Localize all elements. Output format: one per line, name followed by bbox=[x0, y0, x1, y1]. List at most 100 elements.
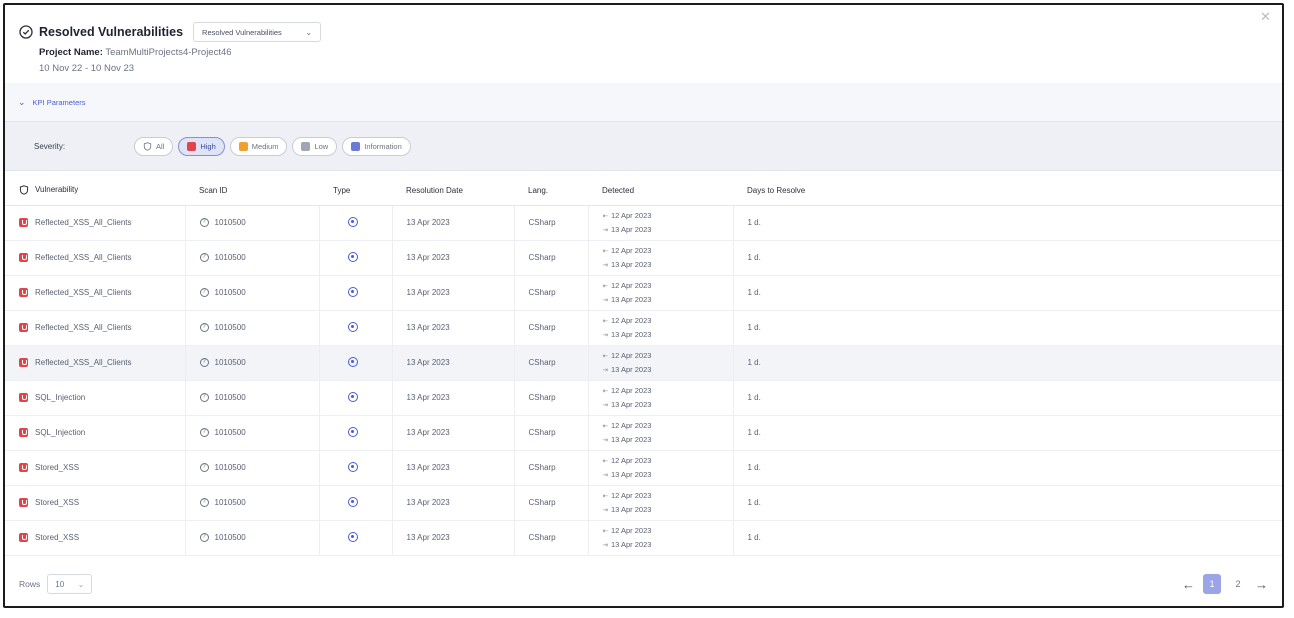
arrow-right-icon: ⇥ bbox=[602, 261, 608, 269]
vulnerability-name: Reflected_XSS_All_Clients bbox=[35, 218, 132, 227]
col-vulnerability[interactable]: Vulnerability bbox=[5, 177, 185, 206]
vulnerability-name: SQL_Injection bbox=[35, 428, 86, 437]
shield-icon bbox=[19, 185, 29, 195]
type-cell bbox=[319, 520, 393, 556]
col-lang[interactable]: Lang. bbox=[514, 177, 588, 206]
detected-to: 13 Apr 2023 bbox=[610, 259, 652, 269]
rows-label: Rows bbox=[19, 579, 41, 589]
high-severity-icon bbox=[187, 141, 197, 151]
close-icon[interactable]: ✕ bbox=[1260, 10, 1272, 23]
severity-chip-all[interactable]: All bbox=[134, 136, 174, 156]
detected-to: 13 Apr 2023 bbox=[610, 294, 652, 304]
pagination: ← 1 2 → bbox=[1182, 574, 1268, 594]
chip-label: Medium bbox=[251, 141, 279, 151]
col-resolution-date[interactable]: Resolution Date bbox=[392, 177, 514, 206]
high-severity-icon bbox=[19, 533, 28, 542]
lang-cell: CSharp bbox=[514, 310, 589, 346]
resolution-date-cell: 13 Apr 2023 bbox=[392, 240, 515, 276]
detected-to: 13 Apr 2023 bbox=[610, 364, 652, 374]
next-page-arrow-icon[interactable]: → bbox=[1255, 577, 1268, 592]
question-icon: ? bbox=[199, 463, 209, 472]
table-row[interactable]: Reflected_XSS_All_Clients? 1010500 13 Apr … bbox=[5, 275, 1282, 311]
lang-cell: CSharp bbox=[514, 240, 589, 276]
page-button-1[interactable]: 1 bbox=[1203, 574, 1221, 594]
severity-label: Severity: bbox=[34, 141, 66, 151]
resolution-date-cell: 13 Apr 2023 bbox=[392, 380, 515, 416]
days-to-resolve-cell: 1 d. bbox=[733, 345, 1282, 381]
severity-chip-high[interactable]: High bbox=[178, 136, 225, 156]
scan-id-cell: ? 1010500 bbox=[185, 415, 320, 451]
table-header-row: Vulnerability Scan ID Type Resolution Da… bbox=[5, 177, 1282, 206]
arrow-right-icon: ⇥ bbox=[602, 296, 608, 304]
arrow-left-icon: ⇤ bbox=[602, 212, 608, 220]
scan-id-cell: ? 1010500 bbox=[185, 240, 320, 276]
vulnerability-cell[interactable]: Reflected_XSS_All_Clients bbox=[5, 240, 186, 276]
arrow-right-icon: ⇥ bbox=[602, 331, 608, 339]
target-icon bbox=[347, 216, 358, 227]
vulnerability-cell[interactable]: Reflected_XSS_All_Clients bbox=[5, 205, 186, 241]
high-severity-icon bbox=[19, 463, 28, 472]
resolution-date-cell: 13 Apr 2023 bbox=[392, 520, 515, 556]
dialog: ✕ Resolved Vulnerabilities Resolved Vuln… bbox=[3, 3, 1284, 608]
table-row[interactable]: Stored_XSS? 1010500 13 Apr 2023 CSharp ⇤ 12 A… bbox=[5, 485, 1282, 521]
arrow-right-icon: ⇥ bbox=[602, 226, 608, 234]
target-icon bbox=[347, 286, 358, 297]
vulnerability-cell[interactable]: Reflected_XSS_All_Clients bbox=[5, 310, 186, 346]
days-to-resolve-cell: 1 d. bbox=[733, 415, 1282, 451]
lang-cell: CSharp bbox=[514, 450, 589, 486]
vulnerability-cell[interactable]: Stored_XSS bbox=[5, 485, 186, 521]
table-row[interactable]: Reflected_XSS_All_Clients? 1010500 13 Apr … bbox=[5, 310, 1282, 346]
vulnerability-cell[interactable]: Stored_XSS bbox=[5, 520, 186, 556]
type-cell bbox=[319, 485, 393, 521]
table-row[interactable]: Stored_XSS? 1010500 13 Apr 2023 CSharp ⇤ 12 A… bbox=[5, 520, 1282, 556]
vulnerabilities-table: Vulnerability Scan ID Type Resolution Da… bbox=[5, 177, 1282, 556]
detected-cell: ⇤ 12 Apr 2023 ⇥ 13 Apr 2023 bbox=[588, 275, 734, 311]
vulnerability-cell[interactable]: SQL_Injection bbox=[5, 415, 186, 451]
type-cell bbox=[319, 240, 393, 276]
medium-severity-icon bbox=[238, 141, 248, 151]
vulnerability-cell[interactable]: SQL_Injection bbox=[5, 380, 186, 416]
chip-label: All bbox=[156, 141, 165, 151]
col-detected[interactable]: Detected bbox=[588, 177, 733, 206]
severity-chip-information[interactable]: Information bbox=[342, 136, 411, 156]
lang-cell: CSharp bbox=[514, 380, 589, 416]
scan-id: 1010500 bbox=[214, 393, 246, 402]
vulnerability-cell[interactable]: Stored_XSS bbox=[5, 450, 186, 486]
table-row[interactable]: Reflected_XSS_All_Clients? 1010500 13 Apr … bbox=[5, 345, 1282, 381]
question-icon: ? bbox=[199, 428, 209, 437]
severity-chip-medium[interactable]: Medium bbox=[229, 136, 288, 156]
days-to-resolve-cell: 1 d. bbox=[733, 485, 1282, 521]
lang-cell: CSharp bbox=[514, 345, 589, 381]
kpi-parameters-toggle[interactable]: ⌄ KPI Parameters bbox=[5, 83, 1282, 121]
severity-chip-low[interactable]: Low bbox=[292, 136, 338, 156]
scan-id: 1010500 bbox=[214, 288, 246, 297]
detected-from: 12 Apr 2023 bbox=[610, 490, 652, 500]
days-to-resolve-cell: 1 d. bbox=[733, 240, 1282, 276]
table-row[interactable]: Reflected_XSS_All_Clients? 1010500 13 Apr … bbox=[5, 240, 1282, 276]
table-row[interactable]: Reflected_XSS_All_Clients? 1010500 13 Apr … bbox=[5, 205, 1282, 241]
resolution-date-cell: 13 Apr 2023 bbox=[392, 275, 515, 311]
scan-id-cell: ? 1010500 bbox=[185, 310, 320, 346]
rows-per-page-select[interactable]: 10 ⌄ bbox=[47, 574, 93, 594]
vulnerability-cell[interactable]: Reflected_XSS_All_Clients bbox=[5, 275, 186, 311]
prev-page-arrow-icon[interactable]: ← bbox=[1182, 577, 1195, 592]
report-type-select[interactable]: Resolved Vulnerabilities ⌄ bbox=[193, 22, 322, 42]
page-button-2[interactable]: 2 bbox=[1229, 574, 1247, 594]
col-scan-id[interactable]: Scan ID bbox=[185, 177, 319, 206]
arrow-left-icon: ⇤ bbox=[602, 247, 608, 255]
lang-cell: CSharp bbox=[514, 415, 589, 451]
scan-id: 1010500 bbox=[214, 253, 246, 262]
table-row[interactable]: SQL_Injection? 1010500 13 Apr 2023 CSharp ⇤ 1… bbox=[5, 380, 1282, 416]
table-row[interactable]: Stored_XSS? 1010500 13 Apr 2023 CSharp ⇤ 12 A… bbox=[5, 450, 1282, 486]
chip-label: High bbox=[200, 141, 216, 151]
lang-cell: CSharp bbox=[514, 485, 589, 521]
col-days-to-resolve[interactable]: Days to Resolve bbox=[733, 177, 1282, 206]
resolution-date-cell: 13 Apr 2023 bbox=[392, 415, 515, 451]
table-row[interactable]: SQL_Injection? 1010500 13 Apr 2023 CSharp ⇤ 1… bbox=[5, 415, 1282, 451]
detected-to: 13 Apr 2023 bbox=[610, 224, 652, 234]
col-type[interactable]: Type bbox=[319, 177, 392, 206]
type-cell bbox=[319, 205, 393, 241]
high-severity-icon bbox=[19, 253, 28, 262]
arrow-right-icon: ⇥ bbox=[602, 366, 608, 374]
vulnerability-cell[interactable]: Reflected_XSS_All_Clients bbox=[5, 345, 186, 381]
